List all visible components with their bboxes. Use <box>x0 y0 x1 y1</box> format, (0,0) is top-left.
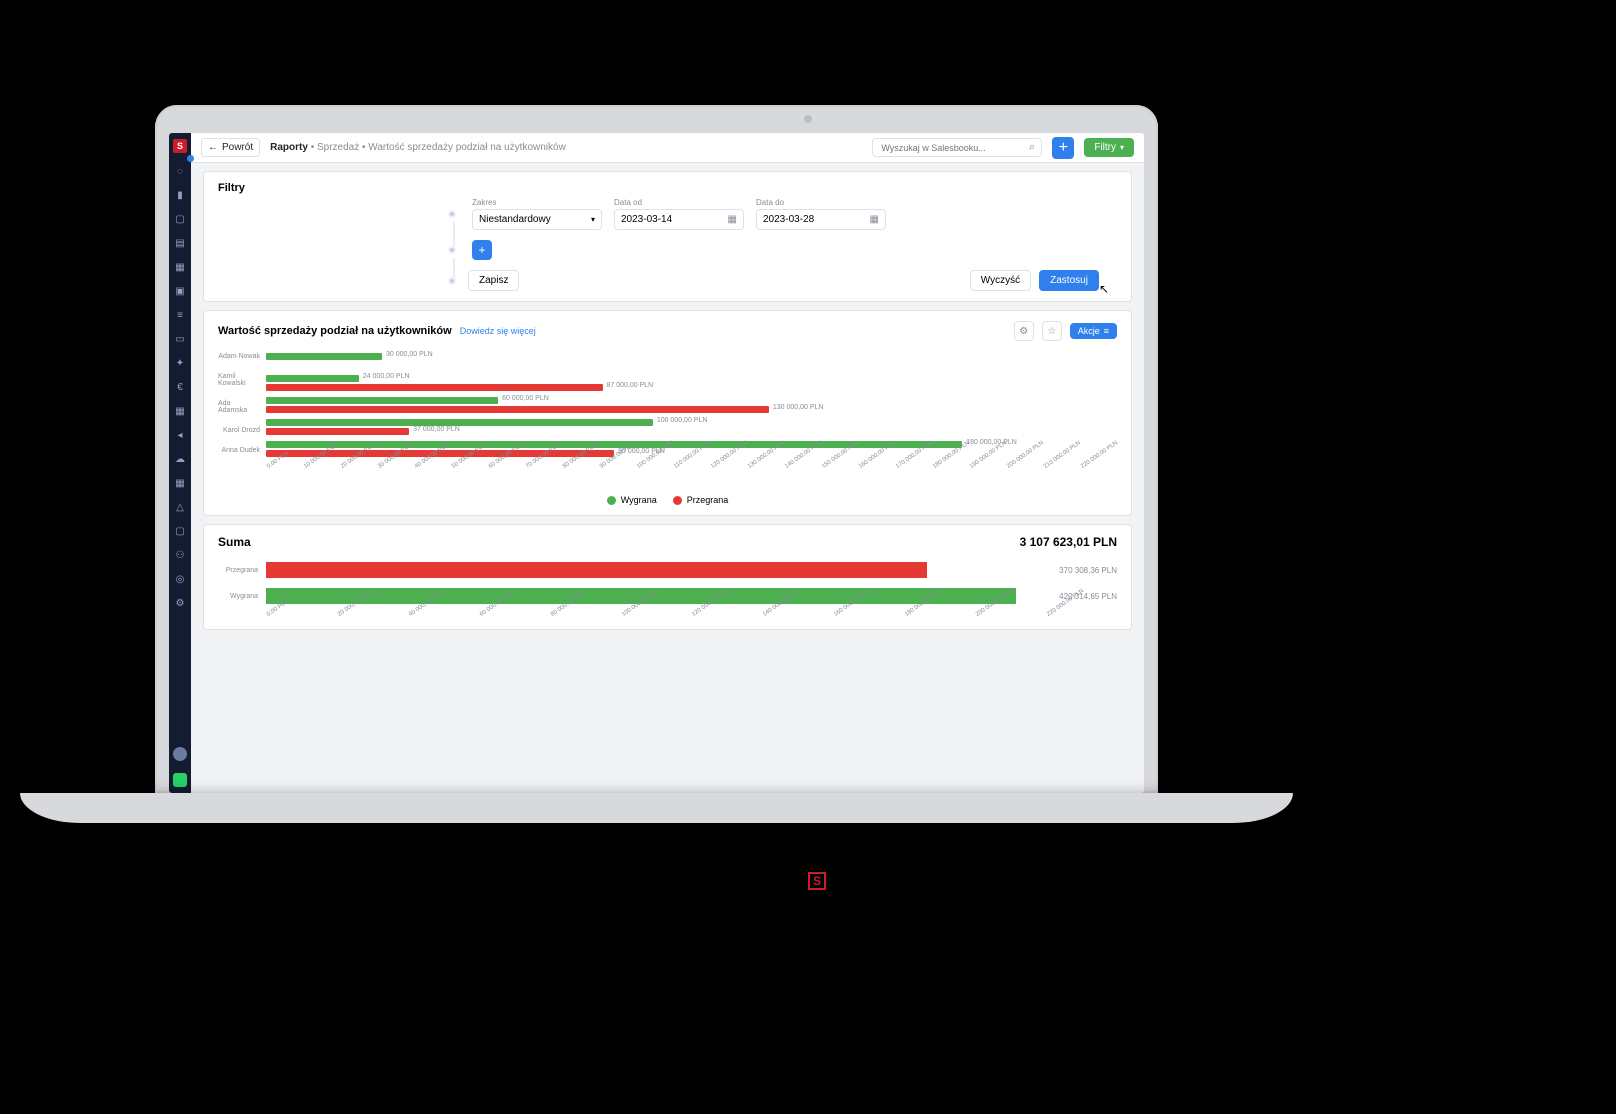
send-icon[interactable]: ◂ <box>174 429 186 441</box>
gear-icon[interactable]: ✦ <box>174 357 186 369</box>
gear-icon: ⚙ <box>1019 326 1028 337</box>
filters-title: Filtry <box>218 182 1117 194</box>
legend-lost: Przegrana <box>673 495 729 505</box>
clipboard-icon[interactable]: ▣ <box>174 285 186 297</box>
grid-icon[interactable]: ▦ <box>174 405 186 417</box>
global-search[interactable]: ⌕ <box>872 138 1042 157</box>
legend-won: Wygrana <box>607 495 657 505</box>
star-icon: ☆ <box>1047 326 1056 337</box>
sum-ylabel: Przegrana <box>218 567 258 574</box>
calc-icon[interactable]: ▦ <box>174 477 186 489</box>
back-label: Powrót <box>222 142 253 153</box>
settings-icon[interactable]: ⚙ <box>174 597 186 609</box>
date-from-label: Data od <box>614 198 744 207</box>
bar-won <box>266 375 359 382</box>
doc-icon[interactable]: ▤ <box>174 237 186 249</box>
brand-logo-footer: S <box>808 872 826 890</box>
app-sidebar: S ◌ ▮ ▢ ▤ ▦ ▣ ≡ ▭ ✦ € ▦ ◂ ☁ ▦ △ ▢ ⚇ ◎ ⚙ <box>169 133 191 793</box>
sum-bar <box>266 562 927 578</box>
chart-settings-button[interactable]: ⚙ <box>1014 321 1034 341</box>
date-to-input[interactable]: 2023-03-28▦ <box>756 209 886 230</box>
users-icon[interactable]: ⚇ <box>174 549 186 561</box>
breadcrumb: Raporty • Sprzedaż • Wartość sprzedaży p… <box>270 142 566 153</box>
search-input[interactable] <box>879 142 1023 154</box>
chart-title: Wartość sprzedaży podział na użytkownikó… <box>218 325 452 337</box>
chart-ylabel: Anna Dudek <box>221 447 260 454</box>
date-to-label: Data do <box>756 198 886 207</box>
save-button[interactable]: Zapisz <box>468 270 519 291</box>
range-select[interactable]: Niestandardowy▾ <box>472 209 602 230</box>
target-icon[interactable]: ◎ <box>174 573 186 585</box>
chart-ylabel: Adam Nowak <box>218 353 260 360</box>
chart-panel-sum: Suma 3 107 623,01 PLN Przegrana 370 308,3… <box>203 524 1132 630</box>
filters-panel: Filtry Zakres Niestandardowy▾ Da <box>203 171 1132 302</box>
euro-icon[interactable]: € <box>174 381 186 393</box>
monitor-icon[interactable]: ▢ <box>174 213 186 225</box>
chart-favorite-button[interactable]: ☆ <box>1042 321 1062 341</box>
chevron-down-icon: ▾ <box>1120 143 1124 152</box>
chart-panel-users: Wartość sprzedaży podział na użytkownikó… <box>203 310 1132 516</box>
sum-ylabel: Wygrana <box>218 593 258 600</box>
bar-won <box>266 419 653 426</box>
folder-icon[interactable]: ▭ <box>174 333 186 345</box>
bar-won <box>266 353 382 360</box>
whatsapp-icon[interactable] <box>173 773 187 787</box>
chevron-down-icon: ▾ <box>591 215 595 224</box>
box-icon[interactable]: ▦ <box>174 261 186 273</box>
topbar: ← Powrót Raporty • Sprzedaż • Wartość sp… <box>191 133 1144 163</box>
search-icon: ⌕ <box>1029 141 1035 154</box>
app-logo[interactable]: S <box>173 139 187 153</box>
bar-lost <box>266 428 409 435</box>
learn-more-link[interactable]: Dowiedz się więcej <box>460 326 536 336</box>
arrow-left-icon: ← <box>208 142 218 153</box>
filters-toggle-button[interactable]: Filtry▾ <box>1084 138 1134 157</box>
globe-icon[interactable]: ◌ <box>174 165 186 177</box>
chart-ylabel: Karol Drozd <box>223 427 260 434</box>
back-button[interactable]: ← Powrót <box>201 138 260 157</box>
book-icon[interactable]: ▢ <box>174 525 186 537</box>
sum-title: Suma <box>218 535 251 549</box>
sum-bar-value: 370 308,36 PLN <box>1059 566 1117 575</box>
notification-dot <box>187 155 194 162</box>
bar-won <box>266 397 498 404</box>
chart-ylabel: Ada Adamska <box>218 400 260 414</box>
add-button[interactable]: + <box>1052 137 1074 159</box>
chart-actions-button[interactable]: Akcje ≡ <box>1070 323 1117 339</box>
range-label: Zakres <box>472 198 602 207</box>
calendar-icon: ▦ <box>728 214 737 225</box>
bell-icon[interactable]: △ <box>174 501 186 513</box>
chart-icon[interactable]: ▮ <box>174 189 186 201</box>
cursor-icon: ↖ <box>1099 282 1109 296</box>
apply-button[interactable]: Zastosuj <box>1039 270 1099 291</box>
user-avatar[interactable] <box>173 747 187 761</box>
chart-ylabel: Kamil Kowalski <box>218 373 260 387</box>
clear-button[interactable]: Wyczyść <box>970 270 1031 291</box>
add-filter-button[interactable]: + <box>472 240 492 260</box>
bar-lost <box>266 406 769 413</box>
bar-lost <box>266 384 603 391</box>
cloud-icon[interactable]: ☁ <box>174 453 186 465</box>
calendar-icon: ▦ <box>870 214 879 225</box>
list-icon[interactable]: ≡ <box>174 309 186 321</box>
sum-total: 3 107 623,01 PLN <box>1020 535 1117 549</box>
date-from-input[interactable]: 2023-03-14▦ <box>614 209 744 230</box>
